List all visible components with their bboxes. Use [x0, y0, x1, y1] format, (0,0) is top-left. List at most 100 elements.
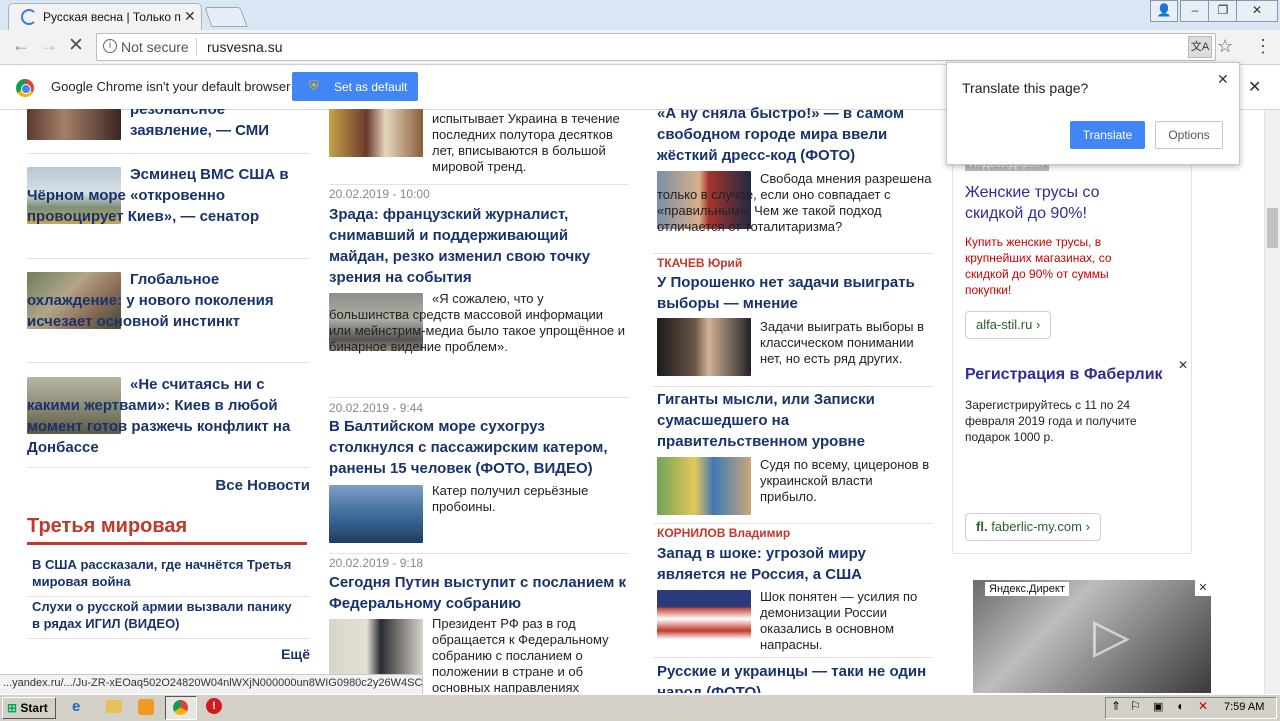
chrome-icon: [173, 700, 188, 715]
tab-strip: Русская весна | Только пр ✕ 👤 – ❐ ✕: [0, 0, 1280, 31]
volume-icon[interactable]: ◖: [1176, 699, 1183, 713]
separator: [196, 38, 197, 56]
article-date: 20.02.2019 - 9:18: [329, 556, 424, 570]
all-news-link[interactable]: Все Новости: [27, 475, 310, 496]
translate-close-icon[interactable]: ✕: [1217, 71, 1229, 88]
translate-button[interactable]: Translate: [1070, 121, 1145, 149]
section-item[interactable]: Слухи о русской армии вызвали панику в р…: [32, 598, 302, 632]
video-ad[interactable]: Яндекс.Директ ✕ ▷: [973, 580, 1211, 693]
article-date: 20.02.2019 - 10:00: [329, 187, 430, 201]
chevron-right-icon: ›: [1035, 317, 1041, 332]
restore-button[interactable]: ❐: [1208, 0, 1238, 22]
close-window-button[interactable]: ✕: [1236, 0, 1278, 22]
not-secure-label[interactable]: Not secure: [121, 39, 189, 55]
left-item-title[interactable]: «Не считаясь ни с какими жертвами»: Киев…: [27, 374, 310, 458]
scrollbar-thumb[interactable]: [1267, 208, 1278, 248]
bookmark-star-icon[interactable]: ☆: [1217, 36, 1233, 57]
ie-icon[interactable]: e: [72, 698, 80, 715]
article-title[interactable]: У Порошенко нет задачи выиграть выборы —…: [657, 272, 927, 314]
thumbnail[interactable]: [329, 619, 423, 675]
ad-text[interactable]: Купить женские трусы, в крупнейших магаз…: [965, 234, 1145, 298]
article-title[interactable]: Запад в шоке: угрозой миру является не Р…: [657, 543, 932, 585]
menu-icon[interactable]: ⋮: [1254, 36, 1272, 57]
translate-popup: Translate this page? ✕ Translate Options: [946, 62, 1240, 165]
article-text: «Я сожалею, что у большинства средств ма…: [329, 291, 626, 354]
address-bar[interactable]: i Not secure rusvesna.su 文A: [96, 33, 1216, 61]
infobar-text: Google Chrome isn't your default browser: [51, 79, 291, 94]
watermark-play-icon: ▷: [1093, 610, 1130, 663]
article-title[interactable]: Зрада: французский журналист, снимавший …: [329, 204, 629, 288]
stop-icon[interactable]: ✕: [68, 34, 84, 57]
translate-icon[interactable]: 文A: [1188, 36, 1212, 58]
tab-close-icon[interactable]: ✕: [184, 8, 196, 25]
security-icon[interactable]: ✕: [1198, 699, 1208, 713]
minimize-button[interactable]: –: [1180, 0, 1210, 22]
profile-icon[interactable]: 👤: [1150, 0, 1178, 22]
author-label[interactable]: КОРНИЛОВ Владимир: [657, 526, 790, 540]
article-text: Катер получил серьёзные пробоины.: [432, 483, 589, 514]
options-button[interactable]: Options: [1155, 121, 1223, 149]
article-text: Свобода мнения разрешена только в случае…: [657, 171, 932, 234]
article-title[interactable]: Русские и украинцы — таки не один народ …: [657, 661, 937, 693]
faberlic-logo-icon: fl.: [976, 519, 988, 534]
forward-icon[interactable]: →: [40, 35, 58, 56]
article-text: испытывает Украина в течение последних п…: [432, 111, 620, 174]
video-ad-close-icon[interactable]: ✕: [1195, 580, 1211, 596]
scrollbar[interactable]: [1264, 110, 1280, 694]
article-text: Судя по всему, цицеронов в украинской вл…: [760, 457, 930, 504]
media-player-icon[interactable]: [138, 699, 154, 715]
author-label[interactable]: ТКАЧЕВ Юрий: [657, 256, 742, 270]
system-tray: ⇑ ⚐ ▣ ◖ ✕ 7:59 AM: [1105, 697, 1277, 719]
flag-icon[interactable]: ⚐: [1130, 699, 1141, 713]
infobar-close-icon[interactable]: ✕: [1248, 77, 1261, 97]
thumbnail[interactable]: [657, 318, 751, 376]
loading-icon: [21, 9, 37, 25]
shield-icon: ⛨: [309, 78, 319, 93]
tab-title: Русская весна | Только пр: [43, 10, 181, 24]
stop-app-icon[interactable]: !: [206, 698, 222, 714]
network-icon[interactable]: ▣: [1153, 700, 1163, 713]
tab-active[interactable]: Русская весна | Только пр ✕: [8, 3, 202, 31]
ad-link-button[interactable]: alfa-stil.ru ›: [965, 311, 1052, 339]
url-text[interactable]: rusvesna.su: [207, 39, 282, 55]
thumbnail[interactable]: [329, 109, 423, 157]
video-ad-label: Яндекс.Директ: [985, 582, 1069, 596]
section-underline: [27, 542, 307, 545]
more-link[interactable]: Ещё: [270, 646, 310, 662]
set-default-button[interactable]: ⛨ Set as default: [292, 72, 418, 101]
tray-expand-icon[interactable]: ⇑: [1111, 699, 1121, 713]
left-item-title[interactable]: Эсминец ВМС США в Чёрном море «откровенн…: [27, 164, 310, 227]
chevron-right-icon: ›: [1085, 519, 1090, 534]
ad-text[interactable]: Зарегистрируйтесь с 11 по 24 февраля 201…: [965, 397, 1155, 445]
article-text: Шок понятен — усилия по демонизации Росс…: [760, 589, 918, 652]
clock: 7:59 AM: [1224, 701, 1265, 713]
ad-link-button[interactable]: fl. faberlic-my.com ›: [965, 513, 1101, 541]
article-text: Задачи выиграть выборы в классическом по…: [760, 319, 925, 366]
thumbnail[interactable]: [657, 590, 751, 648]
thumbnail[interactable]: [329, 485, 423, 543]
article-text: Президент РФ раз в год обращается к Феде…: [432, 616, 609, 693]
article-title[interactable]: В Балтийском море сухогруз столкнулся с …: [329, 416, 629, 479]
start-button[interactable]: ⊞ Start: [2, 697, 56, 719]
article-date: 20.02.2019 - 9:44: [329, 401, 424, 415]
back-icon[interactable]: ←: [12, 35, 30, 56]
article-title[interactable]: Сегодня Путин выступит с посланием к Фед…: [329, 572, 629, 614]
status-bubble: ...yandex.ru/.../Ju-ZR-xEOaq502O24820W04…: [0, 674, 423, 695]
ad-title[interactable]: Регистрация в Фаберлик: [965, 366, 1180, 384]
windows-logo-icon: ⊞: [7, 701, 18, 715]
new-tab-button[interactable]: [204, 7, 248, 27]
translate-question: Translate this page?: [962, 80, 1089, 96]
left-item-title[interactable]: Глобальное охлаждение: у нового поколени…: [27, 269, 310, 332]
ad-title[interactable]: Женские трусы со скидкой до 90%!: [965, 182, 1155, 224]
folder-icon[interactable]: [106, 700, 122, 713]
info-icon[interactable]: i: [103, 39, 117, 53]
article-title[interactable]: Гиганты мысли, или Записки сумасшедшего …: [657, 389, 937, 452]
section-item[interactable]: В США рассказали, где начнётся Третья ми…: [32, 556, 302, 590]
section-title[interactable]: Третья мировая: [27, 515, 187, 538]
article-title[interactable]: «А ну сняла быстро!» — в самом свободном…: [657, 103, 937, 166]
chrome-icon-center: [21, 84, 31, 94]
taskbar: ⊞ Start e ! ⇑ ⚐ ▣ ◖ ✕ 7:59 AM: [0, 694, 1280, 721]
taskbar-chrome-button[interactable]: [165, 696, 197, 720]
thumbnail[interactable]: [27, 109, 121, 140]
thumbnail[interactable]: [657, 457, 751, 515]
